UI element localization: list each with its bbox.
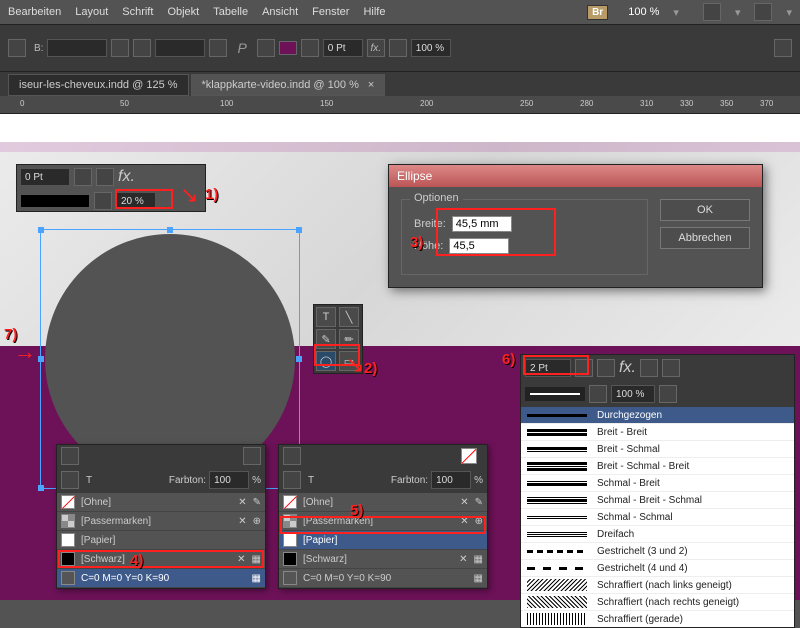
- opacity-input[interactable]: 100 %: [411, 39, 451, 57]
- tint-input2[interactable]: 100: [431, 471, 471, 489]
- menu-objekt[interactable]: Objekt: [167, 6, 199, 18]
- none-indicator-icon: [461, 448, 477, 464]
- wrap-icon[interactable]: [640, 359, 658, 377]
- ellipse-dialog: Ellipse Optionen Breite: Höhe: OK Abbrec…: [388, 164, 763, 288]
- rotate-input[interactable]: [155, 39, 205, 57]
- stroke-pt-input[interactable]: 0 Pt: [323, 39, 363, 57]
- stroke-breit-schmal[interactable]: Breit - Schmal: [521, 441, 794, 458]
- annotation-2: 2): [364, 360, 377, 377]
- panel-menu-icon[interactable]: [243, 447, 261, 465]
- stroke-weight-icon[interactable]: [301, 39, 319, 57]
- zoom-level[interactable]: 100 %: [628, 6, 659, 18]
- close-tab-icon[interactable]: ×: [368, 79, 374, 91]
- menu-layout[interactable]: Layout: [75, 6, 108, 18]
- fill-icon[interactable]: [257, 39, 275, 57]
- stroke-bsb[interactable]: Breit - Schmal - Breit: [521, 458, 794, 475]
- flip-icon[interactable]: [133, 39, 151, 57]
- stroke-sbs[interactable]: Schmal - Breit - Schmal: [521, 492, 794, 509]
- opacity-mini-icon[interactable]: [94, 192, 112, 210]
- annotation-5: 5): [350, 502, 363, 519]
- tint-input[interactable]: 100: [209, 471, 249, 489]
- swatch-none[interactable]: [Ohne]✕✎: [57, 493, 265, 512]
- gradient-bar[interactable]: [20, 194, 90, 208]
- menu-hilfe[interactable]: Hilfe: [363, 6, 385, 18]
- stroke-pt-mini[interactable]: 0 Pt: [20, 168, 70, 186]
- menu-schrift[interactable]: Schrift: [122, 6, 153, 18]
- fill-proxy-icon[interactable]: [61, 471, 79, 489]
- menu-fenster[interactable]: Fenster: [312, 6, 349, 18]
- opacity-icon[interactable]: [389, 39, 407, 57]
- tab-friseur[interactable]: iseur-les-cheveux.indd @ 125 %: [8, 74, 189, 96]
- cancel-button[interactable]: Abbrechen: [660, 227, 750, 249]
- stroke-breit-breit[interactable]: Breit - Breit: [521, 424, 794, 441]
- dialog-title: Ellipse: [389, 165, 762, 187]
- stroke-proxy-icon[interactable]: [283, 471, 301, 489]
- stroke-dash32[interactable]: Gestrichelt (3 und 2): [521, 543, 794, 560]
- menu-ansicht[interactable]: Ansicht: [262, 6, 298, 18]
- annotation-3: 3): [410, 234, 423, 251]
- stroke-dash44[interactable]: Gestrichelt (4 und 4): [521, 560, 794, 577]
- stroke-durchgezogen[interactable]: Durchgezogen: [521, 407, 794, 424]
- link-icon[interactable]: [111, 39, 129, 57]
- stroke-style-preview[interactable]: [525, 387, 585, 401]
- menu-bearbeiten[interactable]: Bearbeiten: [8, 6, 61, 18]
- stroke-hatch-l[interactable]: Schraffiert (nach links geneigt): [521, 577, 794, 594]
- main-menu: Bearbeiten Layout Schrift Objekt Tabelle…: [0, 0, 800, 24]
- stroke-opacity[interactable]: 100 %: [611, 385, 655, 403]
- control-toolbar: B: P 0 Pt fx. 100 %: [0, 24, 800, 72]
- options-legend: Optionen: [410, 192, 463, 204]
- panel-icon2[interactable]: [283, 447, 301, 465]
- arrow-1-icon: ↘: [180, 182, 198, 208]
- annotation-6: 6): [502, 351, 515, 368]
- horizontal-ruler: 0 50 100 150 200 250 280 310 330 350 370: [0, 96, 800, 114]
- swatch-registration[interactable]: [Passermarken]✕⊕: [57, 512, 265, 531]
- ref-point-icon[interactable]: [8, 39, 26, 57]
- extra-s-icon[interactable]: [659, 385, 677, 403]
- stroke-dreifach[interactable]: Dreifach: [521, 526, 794, 543]
- screen-mode-icon[interactable]: [754, 3, 772, 21]
- type-tool-icon[interactable]: T: [316, 307, 336, 327]
- line-tool-icon[interactable]: ╲: [339, 307, 359, 327]
- fx-icon[interactable]: fx.: [367, 39, 385, 57]
- panel-icon[interactable]: [61, 447, 79, 465]
- canvas-area[interactable]: 0 Pt fx. 20 % 1) ↘ T ╲ ✎ ✏ ◯ ▭ 2) ↘ 7) →…: [0, 114, 800, 600]
- width-input[interactable]: [47, 39, 107, 57]
- swatch-black2[interactable]: [Schwarz]✕▦: [279, 550, 487, 569]
- stroke-type-list: Durchgezogen Breit - Breit Breit - Schma…: [521, 407, 794, 627]
- swatch-cmyk2[interactable]: C=0 M=0 Y=0 K=90▦: [279, 569, 487, 588]
- ok-button[interactable]: OK: [660, 199, 750, 221]
- align-icon[interactable]: [209, 39, 227, 57]
- opacity-s-icon[interactable]: [589, 385, 607, 403]
- stroke-ss[interactable]: Schmal - Schmal: [521, 509, 794, 526]
- swatch-paper[interactable]: [Papier]: [57, 531, 265, 550]
- swatch-none2[interactable]: [Ohne]✕✎: [279, 493, 487, 512]
- effects-mini-panel: 0 Pt fx. 20 %: [16, 164, 206, 212]
- stroke-hatch-s[interactable]: Schraffiert (gerade): [521, 611, 794, 627]
- bridge-button[interactable]: Br: [587, 5, 608, 20]
- stroke-hatch-r[interactable]: Schraffiert (nach rechts geneigt): [521, 594, 794, 611]
- stroke-mini-icon[interactable]: [96, 168, 114, 186]
- fill-mini-icon[interactable]: [74, 168, 92, 186]
- menu-tabelle[interactable]: Tabelle: [213, 6, 248, 18]
- tab-klappkarte[interactable]: *klappkarte-video.indd @ 100 % ×: [191, 74, 386, 96]
- wrap2-icon[interactable]: [662, 359, 680, 377]
- stroke-sb[interactable]: Schmal - Breit: [521, 475, 794, 492]
- swatch-cmyk90[interactable]: C=0 M=0 Y=0 K=90▦: [57, 569, 265, 588]
- stroke-panel: 2 Pt fx. 100 % Durchgezogen Breit - Brei…: [520, 354, 795, 628]
- extra-icon[interactable]: [774, 39, 792, 57]
- annotation-4: 4): [130, 552, 143, 569]
- annotation-1: 1): [205, 186, 218, 203]
- join-icon[interactable]: [597, 359, 615, 377]
- document-tabs: iseur-les-cheveux.indd @ 125 % *klappkar…: [0, 72, 800, 96]
- view-mode-icon[interactable]: [703, 3, 721, 21]
- arrow-7-icon: →: [14, 339, 36, 365]
